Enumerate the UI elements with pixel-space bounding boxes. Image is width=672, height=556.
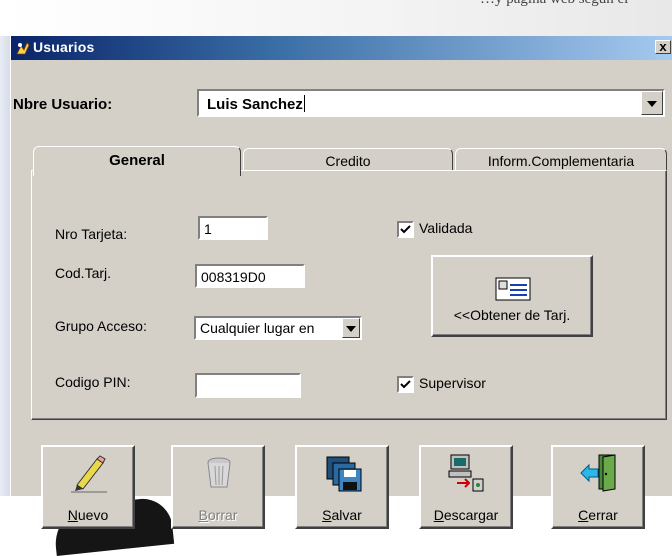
validada-checkbox[interactable]: [397, 221, 414, 238]
borrar-button[interactable]: Borrar: [171, 445, 265, 529]
grupo-acceso-value: Cualquier lugar en: [200, 320, 315, 336]
obtener-label: <<Obtener de Tarj.: [453, 307, 571, 323]
cod-tarj-input[interactable]: 008319D0: [195, 264, 305, 288]
usuarios-window: Usuarios x Nbre Usuario: Luis Sanchez Ge…: [10, 36, 672, 529]
obtener-de-tarjeta-button[interactable]: <<Obtener de Tarj.: [431, 255, 593, 337]
close-icon: x: [659, 39, 667, 54]
user-name-combo[interactable]: Luis Sanchez: [197, 89, 665, 117]
cerrar-button[interactable]: Cerrar: [551, 445, 645, 529]
user-dropdown-button[interactable]: [641, 91, 663, 115]
user-name-label: Nbre Usuario:: [13, 96, 113, 113]
check-icon: [400, 380, 411, 389]
pencil-icon: [71, 455, 107, 493]
check-icon: [400, 225, 411, 234]
floppy-disks-icon: [326, 456, 362, 492]
users-app-icon: [16, 42, 30, 55]
window-title: Usuarios: [33, 39, 95, 55]
trash-icon: [207, 457, 231, 488]
nuevo-button[interactable]: Nuevo: [41, 445, 135, 529]
cod-tarj-label: Cod.Tarj.: [55, 265, 112, 281]
supervisor-label: Supervisor: [419, 375, 486, 391]
exit-door-icon: [580, 454, 616, 492]
codigo-pin-label: Codigo PIN:: [55, 374, 131, 390]
page-header-text: …y página web según el: [480, 0, 628, 8]
descargar-label: Descargar: [433, 507, 499, 523]
salvar-button[interactable]: Salvar: [295, 445, 389, 529]
nuevo-label: Nuevo: [67, 507, 109, 523]
supervisor-checkbox[interactable]: [397, 376, 414, 393]
computer-download-icon: [448, 454, 484, 492]
title-bar[interactable]: Usuarios x: [11, 36, 672, 60]
grupo-acceso-dropdown-button[interactable]: [342, 318, 360, 338]
nro-tarjeta-label: Nro Tarjeta:: [55, 226, 128, 242]
cerrar-label: Cerrar: [578, 507, 618, 523]
user-name-value: Luis Sanchez: [207, 95, 305, 113]
validada-label: Validada: [419, 220, 473, 236]
nro-tarjeta-input[interactable]: 1: [198, 216, 268, 240]
codigo-pin-input[interactable]: [195, 373, 301, 398]
grupo-acceso-label: Grupo Acceso:: [55, 318, 147, 334]
id-card-icon: [495, 277, 531, 301]
salvar-label: Salvar: [322, 507, 362, 523]
borrar-label: Borrar: [198, 507, 238, 523]
grupo-acceso-select[interactable]: Cualquier lugar en: [194, 316, 362, 340]
descargar-button[interactable]: Descargar: [419, 445, 513, 529]
tab-general[interactable]: General: [33, 146, 241, 176]
page-left-strip: [0, 36, 10, 496]
close-button[interactable]: x: [655, 40, 671, 54]
